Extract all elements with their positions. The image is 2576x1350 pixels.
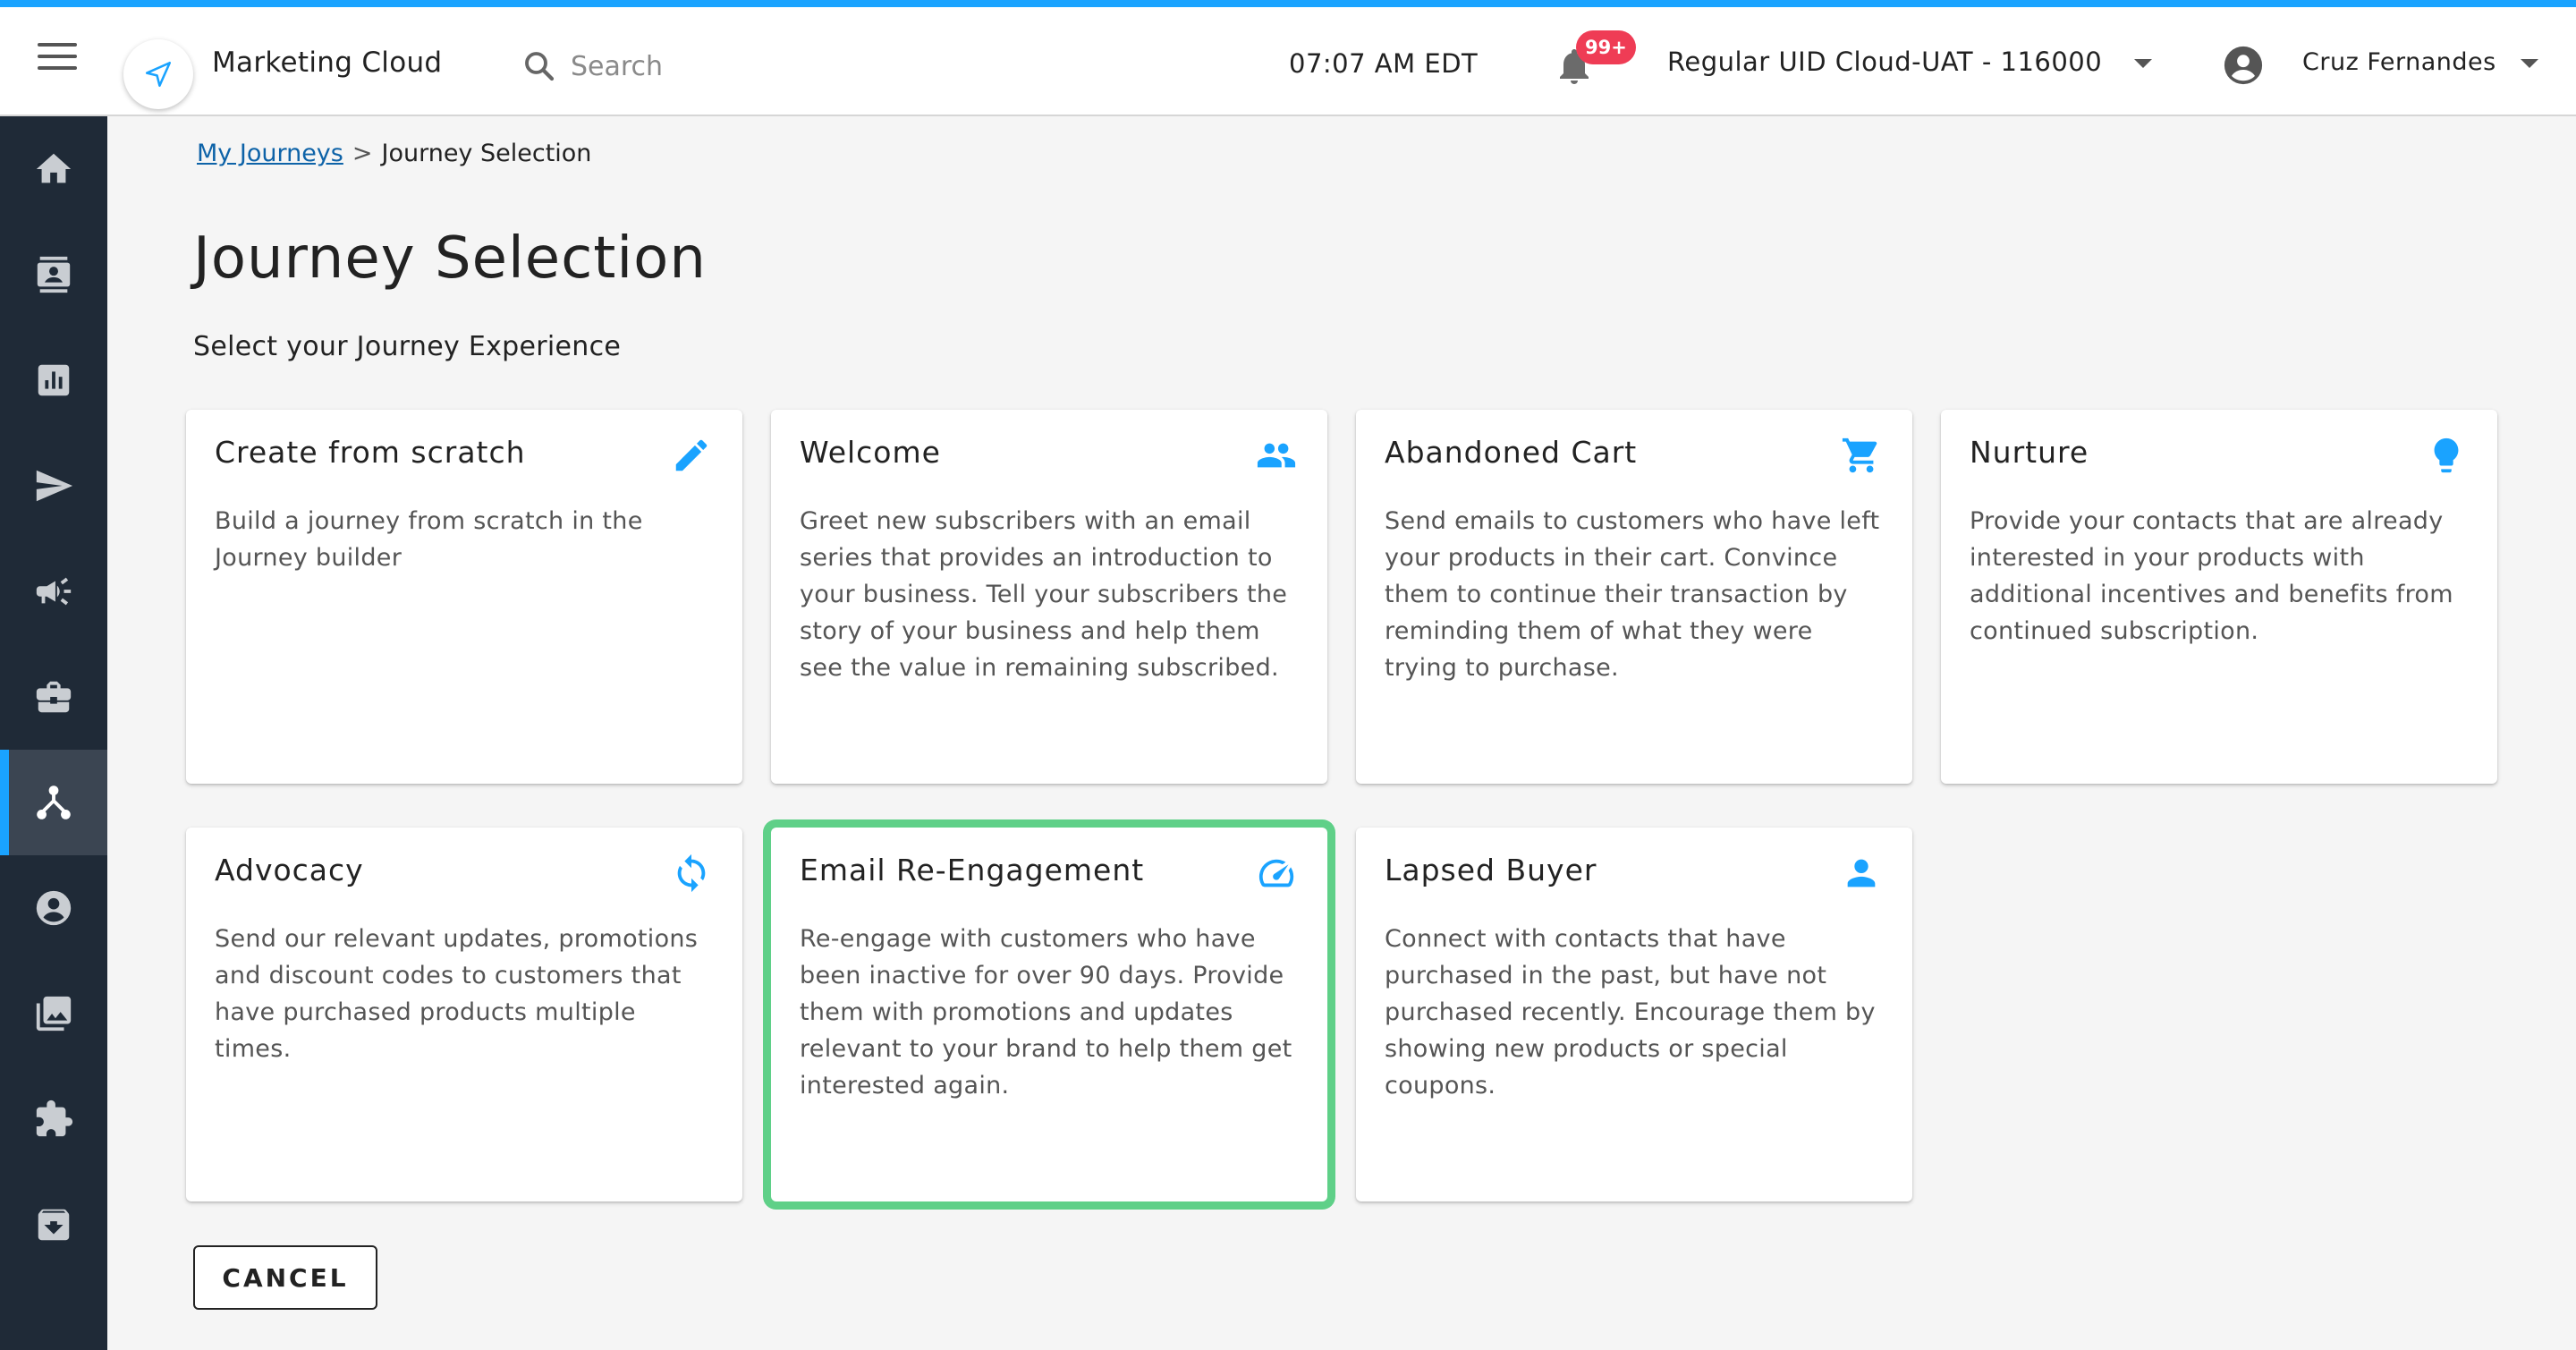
card-title: Email Re-Engagement <box>800 853 1145 887</box>
home-icon <box>36 153 72 183</box>
card-description: Greet new subscribers with an email seri… <box>800 507 1288 682</box>
card-description: Build a journey from scratch in the Jour… <box>215 507 643 572</box>
archive-icon <box>38 1209 70 1241</box>
sidebar-item-journeys[interactable] <box>0 750 107 855</box>
send-icon <box>36 470 73 502</box>
search-icon <box>525 52 555 81</box>
journey-card-welcome[interactable]: Welcome Greet new subscribers with an em… <box>771 410 1327 784</box>
page-title: Journey Selection <box>193 225 707 292</box>
card-title: Abandoned Cart <box>1385 435 1638 470</box>
search-box[interactable] <box>521 47 803 86</box>
sidebar-item-contacts[interactable] <box>0 222 107 327</box>
card-description: Re-engage with customers who have been i… <box>800 925 1292 1100</box>
journey-card-email-re-engagement[interactable]: Email Re-Engagement Re-engage with custo… <box>771 828 1327 1201</box>
journeys-icon <box>37 785 71 819</box>
breadcrumb-current: Journey Selection <box>381 140 592 167</box>
clock: 07:07 AM EDT <box>1289 48 1479 79</box>
speedometer-icon <box>1258 859 1294 887</box>
card-description: Provide your contacts that are already i… <box>1970 507 2453 645</box>
sidebar-item-campaigns[interactable] <box>0 539 107 644</box>
sidebar-item-services[interactable] <box>0 644 107 750</box>
breadcrumb-separator: > <box>352 140 373 167</box>
integrations-icon <box>36 1100 73 1137</box>
notification-badge: 99+ <box>1576 30 1636 64</box>
logo[interactable] <box>123 39 193 109</box>
sidebar-item-send[interactable] <box>0 433 107 539</box>
media-library-icon <box>36 996 72 1032</box>
journey-card-lapsed-buyer[interactable]: Lapsed Buyer Connect with contacts that … <box>1356 828 1912 1201</box>
contacts-icon <box>37 256 71 293</box>
journey-card-nurture[interactable]: Nurture Provide your contacts that are a… <box>1941 410 2497 784</box>
refresh-icon <box>677 853 706 893</box>
sidebar-item-account[interactable] <box>0 855 107 961</box>
breadcrumb-link-my-journeys[interactable]: My Journeys <box>197 140 343 167</box>
card-title: Lapsed Buyer <box>1385 853 1597 887</box>
pencil-icon <box>675 439 708 471</box>
card-title: Nurture <box>1970 435 2089 470</box>
app-title: Marketing Cloud <box>212 47 443 79</box>
journey-card-advocacy[interactable]: Advocacy Send our relevant updates, prom… <box>186 828 742 1201</box>
card-title: Create from scratch <box>215 435 526 470</box>
journey-card-abandoned-cart[interactable]: Abandoned Cart Send emails to customers … <box>1356 410 1912 784</box>
card-description: Send emails to customers who have left y… <box>1385 507 1880 682</box>
campaign-icon <box>36 577 72 606</box>
cart-icon <box>1842 437 1877 473</box>
top-bar: Marketing Cloud 07:07 AM EDT 99+ Regular… <box>0 0 2576 116</box>
person-icon <box>1847 859 1876 887</box>
account-chevron-down-icon[interactable] <box>2134 59 2152 68</box>
journey-card-create-from-scratch[interactable]: Create from scratch Build a journey from… <box>186 410 742 784</box>
page-subtitle: Select your Journey Experience <box>193 331 622 362</box>
breadcrumb: My Journeys > Journey Selection <box>197 140 591 167</box>
sidebar-item-integrations[interactable] <box>0 1066 107 1172</box>
card-title: Advocacy <box>215 853 364 887</box>
card-title: Welcome <box>800 435 941 470</box>
briefcase-icon <box>36 681 72 713</box>
search-input[interactable] <box>571 50 803 82</box>
reports-icon <box>38 364 70 396</box>
sidebar-item-reports[interactable] <box>0 327 107 433</box>
user-chevron-down-icon[interactable] <box>2521 59 2538 68</box>
paper-plane-icon <box>145 61 172 88</box>
card-description: Send our relevant updates, promotions an… <box>215 925 699 1063</box>
cancel-button[interactable]: CANCEL <box>193 1245 377 1310</box>
user-avatar-icon[interactable] <box>2223 45 2264 86</box>
user-name[interactable]: Cruz Fernandes <box>2302 48 2496 76</box>
account-icon <box>36 890 72 926</box>
sidebar-item-archive[interactable] <box>0 1172 107 1278</box>
account-selector[interactable]: Regular UID Cloud-UAT - 116000 <box>1667 47 2102 77</box>
menu-icon[interactable] <box>38 43 77 79</box>
sidebar-item-home[interactable] <box>0 116 107 222</box>
card-description: Connect with contacts that have purchase… <box>1385 925 1876 1100</box>
people-icon <box>1257 443 1296 468</box>
sidebar-item-media[interactable] <box>0 961 107 1066</box>
lightbulb-icon <box>2434 437 2459 473</box>
sidebar <box>0 116 107 1350</box>
